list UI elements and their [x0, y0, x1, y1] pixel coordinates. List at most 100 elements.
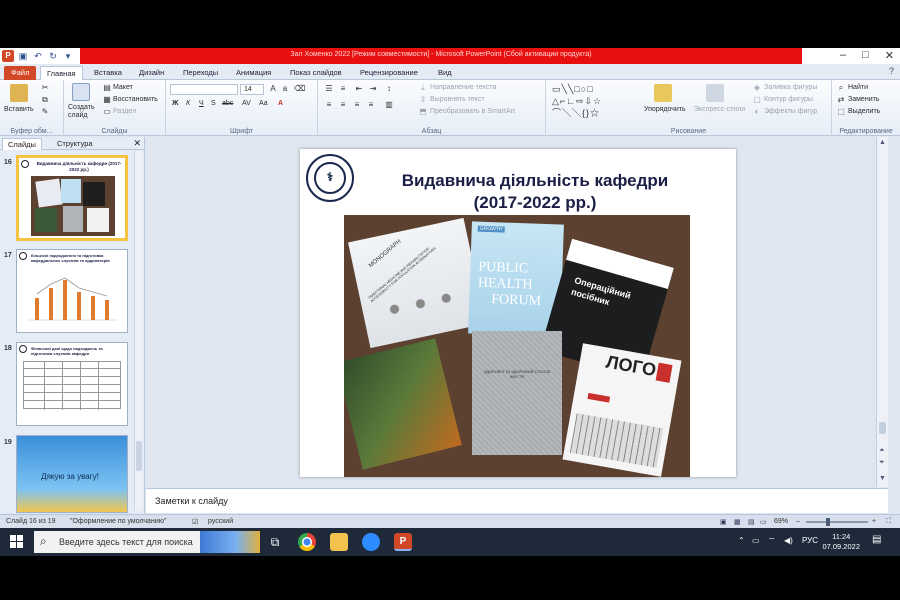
quick-styles-button[interactable]: Экспресс-стили — [694, 106, 745, 113]
tab-design[interactable]: Дизайн — [139, 66, 164, 80]
tab-slides[interactable]: Слайды — [2, 138, 42, 150]
help-icon[interactable]: ? — [889, 66, 894, 76]
underline-button[interactable]: Ч — [199, 100, 204, 107]
zoom-slider-thumb[interactable] — [826, 518, 830, 526]
tab-home[interactable]: Главная — [40, 66, 83, 80]
slide-title[interactable]: Видавнича діяльність кафедри — [370, 171, 700, 191]
shapes-gallery[interactable]: ▭╲╲□○□ △⌐∟⇨⇩☆ ⌒╲╲{}☆ — [552, 83, 638, 121]
spellcheck-icon[interactable]: ☑ — [192, 518, 198, 526]
fit-slide-icon[interactable]: ⛶ — [886, 518, 891, 526]
font-name-combo[interactable] — [170, 84, 238, 95]
taskbar-search-box[interactable]: ⌕ Введите здесь текст для поиска — [34, 531, 260, 553]
panel-scroll-thumb[interactable] — [136, 441, 142, 471]
arrange-button[interactable]: Упорядочить — [644, 106, 686, 113]
italic-button[interactable]: К — [186, 100, 190, 107]
slide-thumbnail-19[interactable]: Дякую за увагу! — [16, 435, 128, 513]
qat-customize-icon[interactable]: ▾ — [62, 50, 74, 62]
notifications-icon[interactable]: ▤ — [872, 534, 881, 545]
current-slide[interactable]: ⚕ Видавнича діяльність кафедри (2017-202… — [300, 149, 736, 477]
tab-insert[interactable]: Вставка — [94, 66, 122, 80]
panel-scrollbar[interactable] — [134, 151, 142, 511]
shape-effects-button[interactable]: Эффекты фигур — [764, 108, 817, 115]
spacing-button[interactable]: AV — [242, 100, 251, 107]
slide-sorter-icon[interactable]: ▦ — [734, 518, 741, 526]
tab-transitions[interactable]: Переходы — [183, 66, 218, 80]
font-color-button[interactable]: А — [278, 100, 283, 107]
shape-outline-button[interactable]: Контур фигуры — [764, 96, 813, 103]
close-button[interactable]: ✕ — [885, 49, 894, 62]
bold-button[interactable]: Ж — [172, 100, 178, 107]
tab-outline[interactable]: Структура — [52, 138, 98, 150]
font-size-combo[interactable]: 14 — [240, 84, 264, 95]
tab-review[interactable]: Рецензирование — [360, 66, 418, 80]
prev-slide-icon[interactable]: ⏶ — [879, 447, 885, 455]
replace-button[interactable]: Заменить — [848, 96, 879, 103]
text-direction-button[interactable]: Направление текста — [430, 84, 496, 91]
zoom-level[interactable]: 69% — [774, 518, 788, 525]
slide-subtitle[interactable]: (2017-2022 рр.) — [370, 193, 700, 213]
align-center-icon[interactable]: ≡ — [338, 100, 348, 110]
shadow-button[interactable]: S — [211, 100, 216, 107]
taskbar-clock[interactable]: 11:24 07.09.2022 — [822, 532, 860, 552]
chrome-icon[interactable] — [298, 533, 316, 551]
grow-font-icon[interactable]: A — [268, 84, 278, 94]
bullets-icon[interactable]: ☰ — [324, 84, 334, 94]
smartart-button[interactable]: Преобразовать в SmartArt — [430, 108, 515, 115]
columns-icon[interactable]: ▥ — [384, 100, 394, 110]
maximize-button[interactable]: □ — [862, 49, 869, 62]
tab-file[interactable]: Файл — [4, 66, 37, 80]
tray-network-icon[interactable]: ▭ — [752, 536, 760, 545]
select-button[interactable]: Выделить — [848, 108, 880, 115]
tab-view[interactable]: Вид — [438, 66, 452, 80]
case-button[interactable]: Аа — [259, 100, 268, 107]
justify-icon[interactable]: ≡ — [366, 100, 376, 110]
undo-icon[interactable]: ↶ — [32, 50, 44, 62]
task-view-icon[interactable]: ⧉ — [266, 533, 284, 551]
shrink-font-icon[interactable]: a — [280, 84, 290, 94]
edit-vertical-scrollbar[interactable]: ▲ ⏶ ⏷ ▼ — [876, 137, 888, 487]
file-explorer-icon[interactable] — [330, 533, 348, 551]
powerpoint-taskbar-icon[interactable]: P — [394, 533, 412, 551]
books-photo[interactable]: MONOGRAPH TRADITIONAL MEDICINE AND REHAB… — [344, 215, 690, 477]
slideshow-icon[interactable]: ▭ — [760, 518, 767, 526]
slide-thumbnail-18[interactable]: Фінансові дані щодо надходжень та підгот… — [16, 342, 128, 426]
line-spacing-icon[interactable]: ↕ — [384, 84, 394, 94]
reading-view-icon[interactable]: ▤ — [748, 518, 755, 526]
zoom-in-button[interactable]: + — [872, 518, 876, 525]
windows-start-icon[interactable] — [10, 535, 24, 549]
tray-wifi-icon[interactable]: ⌔ — [768, 536, 776, 546]
edit-scroll-thumb[interactable] — [879, 422, 886, 434]
align-left-icon[interactable]: ≡ — [324, 100, 334, 110]
normal-view-icon[interactable]: ▣ — [720, 518, 727, 526]
find-button[interactable]: Найти — [848, 84, 868, 91]
zoom-slider[interactable] — [806, 518, 868, 526]
section-button[interactable]: Раздел — [113, 108, 136, 115]
format-painter-icon[interactable]: ✎ — [40, 107, 50, 117]
zoom-app-icon[interactable] — [362, 533, 380, 551]
panel-close-icon[interactable]: ✕ — [133, 138, 141, 149]
scroll-down-icon[interactable]: ▼ — [879, 475, 886, 482]
cut-icon[interactable]: ✂ — [40, 83, 50, 93]
slide-thumbnail-16[interactable]: Видавнича діяльність кафедри (2017-2022 … — [16, 155, 128, 241]
language-indicator[interactable]: русский — [208, 518, 233, 525]
reset-button[interactable]: Восстановить — [113, 96, 158, 103]
powerpoint-app-icon[interactable]: P — [2, 50, 14, 62]
layout-button[interactable]: Макет — [113, 84, 133, 91]
minimize-button[interactable]: – — [840, 49, 846, 62]
paste-button[interactable]: Вставить — [4, 106, 34, 113]
tray-expand-icon[interactable]: ⌃ — [738, 536, 745, 545]
zoom-out-button[interactable]: – — [796, 518, 800, 525]
increase-indent-icon[interactable]: ⇥ — [368, 84, 378, 94]
tray-volume-icon[interactable]: ◀) — [784, 536, 793, 545]
strikethrough-button[interactable]: abc — [222, 100, 233, 107]
shape-fill-button[interactable]: Заливка фигуры — [764, 84, 817, 91]
tab-slideshow[interactable]: Показ слайдов — [290, 66, 342, 80]
new-slide-button[interactable]: Создать слайд — [68, 104, 100, 120]
scroll-up-icon[interactable]: ▲ — [879, 139, 886, 146]
notes-pane[interactable]: Заметки к слайду — [146, 488, 888, 513]
tab-animations[interactable]: Анимация — [236, 66, 271, 80]
save-icon[interactable]: ▣ — [17, 50, 29, 62]
copy-icon[interactable]: ⧉ — [40, 95, 50, 105]
decrease-indent-icon[interactable]: ⇤ — [354, 84, 364, 94]
redo-icon[interactable]: ↻ — [47, 50, 59, 62]
